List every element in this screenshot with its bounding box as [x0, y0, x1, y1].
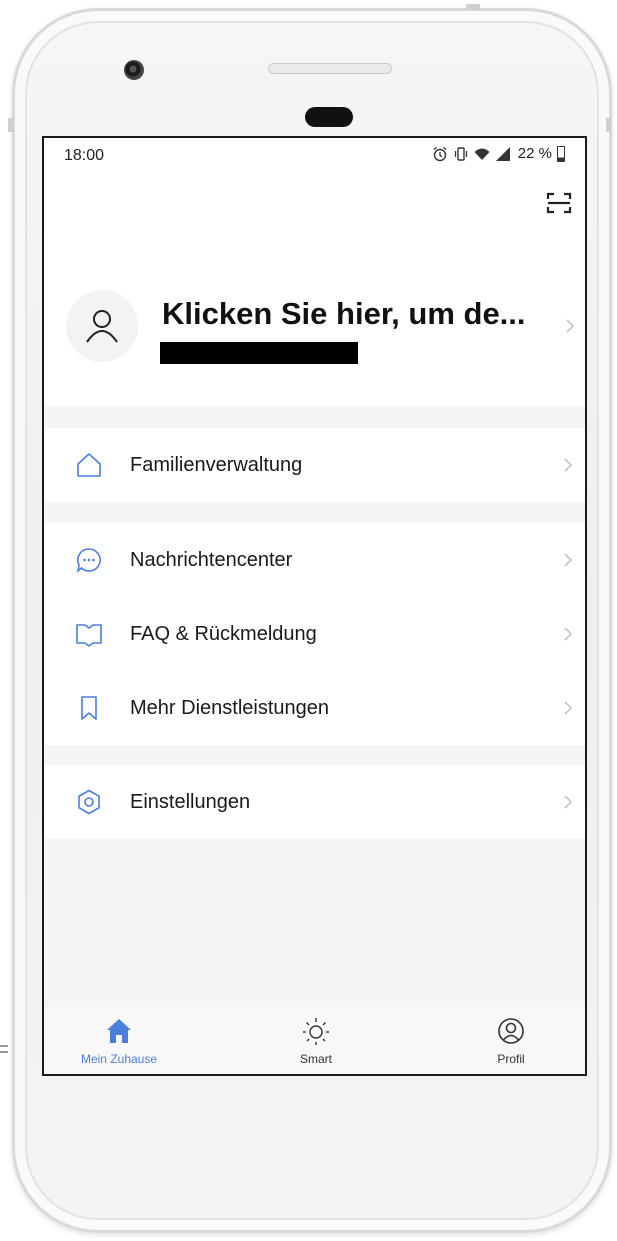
menu-item-settings[interactable]: Einstellungen [44, 765, 585, 839]
bottom-tab-bar: Mein Zuhause Smart Profil [44, 1006, 585, 1074]
home-outline-icon [77, 453, 101, 477]
status-time: 18:00 [64, 147, 105, 164]
chevron-right-icon [564, 701, 572, 715]
home-icon [107, 1019, 131, 1043]
menu-item-label: Familienverwaltung [130, 453, 303, 476]
chevron-right-icon [566, 319, 574, 333]
status-bar: 18:00 22 % [44, 138, 585, 178]
avatar[interactable] [66, 290, 138, 362]
profile-login-row[interactable]: Klicken Sie hier, um de... [44, 278, 585, 378]
chat-bubble-icon [76, 548, 101, 573]
menu-item-message-center[interactable]: Nachrichtencenter [44, 523, 585, 597]
login-prompt[interactable]: Klicken Sie hier, um de... [162, 296, 526, 332]
menu-item-label: Nachrichtencenter [130, 548, 293, 571]
side-button-left [8, 118, 13, 132]
sun-icon [303, 1018, 329, 1045]
top-button [466, 4, 480, 10]
book-icon [76, 624, 102, 647]
signal-icon [495, 146, 510, 161]
vibrate-icon [454, 146, 467, 161]
bookmark-icon [81, 696, 97, 720]
profile-header: Klicken Sie hier, um de... [44, 178, 585, 406]
alarm-icon [433, 146, 447, 161]
speaker-grille [268, 63, 392, 74]
menu-section-family: Familienverwaltung [44, 428, 585, 502]
phone-screen: 18:00 22 % Klicken Sie hier, um de... Fa… [42, 136, 587, 1076]
menu-item-more-services[interactable]: Mehr Dienstleistungen [44, 671, 585, 745]
chevron-right-icon [564, 553, 572, 567]
chevron-right-icon [564, 795, 572, 809]
scan-icon[interactable] [545, 190, 573, 216]
menu-item-family-management[interactable]: Familienverwaltung [44, 428, 585, 502]
edge-tick-mark [0, 1045, 8, 1053]
user-icon [86, 310, 118, 343]
hexagon-settings-icon [78, 789, 100, 815]
tab-smart[interactable]: Smart [246, 1006, 386, 1074]
tab-label: Profil [497, 1052, 525, 1066]
side-button-right [606, 118, 611, 132]
profile-icon [498, 1018, 524, 1044]
menu-item-faq-feedback[interactable]: FAQ & Rückmeldung [44, 597, 585, 671]
menu-item-label: Einstellungen [130, 790, 251, 813]
proximity-sensor [305, 107, 353, 127]
menu-item-label: FAQ & Rückmeldung [130, 622, 317, 645]
tab-profile[interactable]: Profil [441, 1006, 581, 1074]
tab-home[interactable]: Mein Zuhause [49, 1006, 189, 1074]
menu-section-support: Nachrichtencenter FAQ & Rückmeldung Mehr… [44, 523, 585, 745]
menu-section-settings: Einstellungen [44, 765, 585, 839]
battery-icon [557, 145, 565, 162]
front-camera [124, 60, 144, 80]
wifi-icon [474, 148, 490, 160]
chevron-right-icon [564, 458, 572, 472]
chevron-right-icon [564, 627, 572, 641]
redacted-account-info [160, 342, 358, 364]
battery-percentage: 22 % [517, 145, 552, 162]
tab-label: Smart [299, 1052, 332, 1066]
menu-item-label: Mehr Dienstleistungen [130, 696, 329, 719]
tab-label: Mein Zuhause [80, 1052, 158, 1066]
status-icons: 22 % [432, 145, 565, 162]
